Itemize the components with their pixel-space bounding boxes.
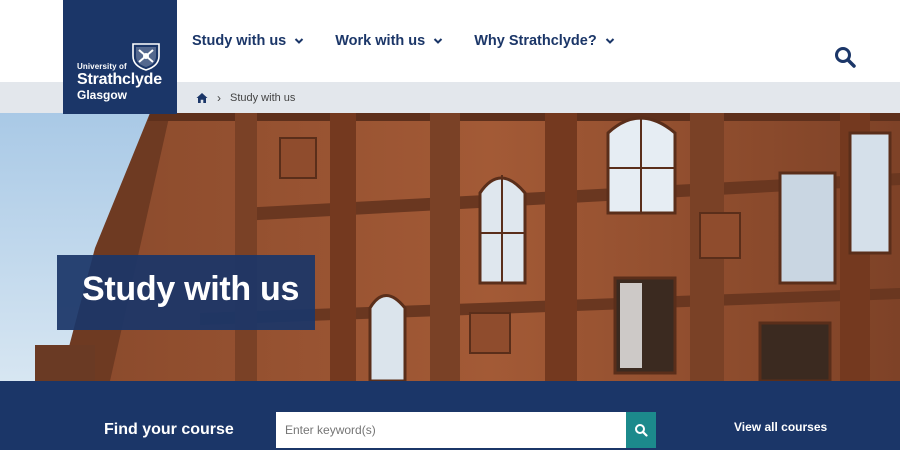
university-logo[interactable]: University of Strathclyde Glasgow bbox=[63, 0, 177, 114]
nav-item-label: Work with us bbox=[335, 33, 426, 49]
breadcrumb-current: Study with us bbox=[230, 91, 296, 104]
course-search-input[interactable] bbox=[276, 412, 626, 448]
nav-item-study-with-us[interactable]: Study with us bbox=[192, 33, 304, 49]
nav-item-label: Why Strathclyde? bbox=[474, 33, 597, 49]
hero-building-image bbox=[0, 113, 900, 381]
search-icon[interactable] bbox=[833, 45, 857, 69]
hero-title: Study with us bbox=[57, 255, 315, 330]
home-icon[interactable] bbox=[196, 92, 208, 104]
breadcrumb-separator-icon: › bbox=[217, 90, 221, 105]
chevron-down-icon bbox=[434, 38, 443, 44]
chevron-down-icon bbox=[295, 38, 304, 44]
logo-line-3: Glasgow bbox=[77, 88, 128, 102]
chevron-down-icon bbox=[605, 38, 614, 44]
nav-item-label: Study with us bbox=[192, 33, 287, 49]
find-course-bar: Find your course View all courses bbox=[0, 381, 900, 450]
crest-icon bbox=[132, 43, 160, 71]
nav-item-why-strathclyde[interactable]: Why Strathclyde? bbox=[474, 33, 614, 49]
site-header: University of Strathclyde Glasgow Study … bbox=[0, 0, 900, 114]
main-nav: Study with us Work with us Why Strathcly… bbox=[192, 0, 646, 82]
search-icon bbox=[635, 424, 648, 437]
hero-banner: Study with us bbox=[0, 113, 900, 381]
logo-line-1: University of bbox=[77, 62, 127, 71]
nav-item-work-with-us[interactable]: Work with us bbox=[335, 33, 443, 49]
find-course-label: Find your course bbox=[104, 421, 234, 438]
course-search-button[interactable] bbox=[626, 412, 656, 448]
logo-line-2: Strathclyde bbox=[77, 71, 162, 88]
view-all-courses-link[interactable]: View all courses bbox=[734, 420, 827, 434]
